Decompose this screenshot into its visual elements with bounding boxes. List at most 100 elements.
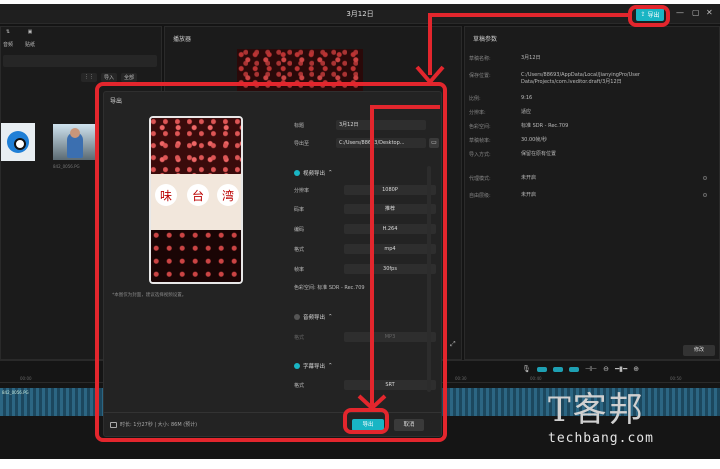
media-search-input[interactable]	[3, 55, 157, 67]
tab-audio-label: 音频	[3, 42, 14, 48]
prop-value: 未开启	[521, 175, 537, 181]
audio-format-label: 格式	[294, 334, 305, 341]
audio-field: 格式 MP3	[294, 332, 436, 342]
prop-key: 色彩空间:	[469, 124, 491, 130]
tab-sticker-label: 贴纸	[25, 42, 36, 48]
subtitle-export-checkbox[interactable]	[294, 363, 300, 369]
video-field-label: 格式	[294, 246, 305, 253]
zoom-slider[interactable]: ━▮━	[615, 365, 627, 373]
subtitle-format-label: 格式	[294, 382, 305, 389]
video-export-section[interactable]: 视频导出 ⌃	[294, 169, 333, 177]
dialog-scrollbar[interactable]	[427, 166, 431, 392]
title-label: 标题	[294, 122, 305, 129]
video-field: 编码 H.264	[294, 224, 436, 234]
video-field: 码率 推荐	[294, 204, 436, 214]
mic-icon[interactable]: 🎙	[522, 365, 531, 373]
preview-toggle[interactable]	[568, 366, 579, 372]
split-icon[interactable]: ⊣⊢	[585, 365, 597, 373]
audio-export-label: 音频导出	[303, 315, 326, 321]
fullscreen-icon[interactable]: ⤢	[450, 340, 456, 349]
cover-hint: *本图仅为封面，建议选择视频设置。	[112, 293, 187, 298]
export-button[interactable]: 导出	[352, 419, 384, 431]
export-top-button[interactable]: ⇪ 导出	[636, 8, 664, 21]
link-toggle[interactable]	[536, 366, 547, 372]
export-top-label: 导出	[647, 12, 660, 19]
codec-select[interactable]: H.264	[344, 224, 436, 234]
resolution-select[interactable]: 1080P	[344, 185, 436, 195]
prop-value: 9:16	[521, 95, 533, 101]
chevron-icon: ⌃	[328, 314, 333, 320]
film-icon	[110, 421, 117, 428]
info-icon[interactable]	[703, 193, 707, 197]
subtitle-export-label: 字幕导出	[303, 364, 326, 370]
cover-preview[interactable]: 味 台 湾	[149, 116, 243, 284]
audio-export-section[interactable]: 音频导出 ⌃	[294, 313, 333, 321]
format-select[interactable]: mp4	[344, 244, 436, 254]
media-tools: ⋮⋮ 导入 全部	[81, 73, 138, 82]
video-field: 帧率 30fps	[294, 264, 436, 274]
dialog-footer: 时长: 1分27秒 | 大小: 86M (预计) 导出 取消	[104, 412, 441, 436]
close-icon[interactable]: ✕	[706, 8, 713, 17]
person-head	[70, 128, 80, 138]
folder-icon[interactable]: ▭	[429, 138, 439, 148]
annotation-arrow-head	[415, 65, 445, 86]
zoom-in-icon[interactable]: ⊕	[633, 365, 639, 373]
grid-toggle-button[interactable]: ⋮⋮	[81, 73, 97, 82]
import-button[interactable]: 导入	[101, 73, 118, 82]
video-export-checkbox[interactable]	[294, 170, 300, 176]
tab-sticker[interactable]: ▣ 贴纸	[25, 29, 35, 48]
export-info: 时长: 1分27秒 | 大小: 86M (预计)	[110, 421, 197, 428]
info-icon[interactable]	[703, 176, 707, 180]
dialog-title: 导出	[110, 98, 123, 105]
player-title: 播放器	[173, 36, 192, 43]
cover-char: 湾	[217, 184, 239, 206]
media-thumb-person[interactable]	[53, 124, 97, 160]
watermark-logo: T客邦	[548, 390, 645, 430]
watermark: T客邦 techbang.com	[548, 382, 698, 452]
prop-row: 草稿名称: 3月12日	[469, 55, 711, 62]
subtitle-field: 格式 SRT	[294, 380, 436, 390]
maximize-icon[interactable]: ▢	[692, 8, 700, 17]
prop-key: 分辨率:	[469, 110, 486, 116]
prop-row: 分辨率: 适应	[469, 109, 711, 116]
audio-format-select: MP3	[344, 332, 436, 342]
minimize-icon[interactable]: —	[676, 8, 684, 17]
ruler-tick: 00:50	[670, 376, 682, 381]
color-space-text: 色彩空间: 标准 SDR - Rec.709	[294, 285, 365, 291]
color-space-note: 色彩空间: 标准 SDR - Rec.709	[294, 284, 365, 291]
title-bar: 3月12日 ⇪ 导出 — ▢ ✕	[0, 4, 720, 24]
video-field-label: 编码	[294, 226, 305, 233]
duration-size-text: 时长: 1分27秒 | 大小: 86M (预计)	[120, 422, 198, 428]
media-tabs: ⇅ 音频 ▣ 贴纸	[1, 29, 35, 48]
subtitle-format-select[interactable]: SRT	[344, 380, 436, 390]
video-field-label: 帧率	[294, 266, 305, 273]
prop-value: 3月12日	[521, 55, 541, 61]
framerate-select[interactable]: 30fps	[344, 264, 436, 274]
watermark-url: techbang.com	[548, 431, 654, 446]
audio-export-checkbox[interactable]	[294, 314, 300, 320]
snap-toggle[interactable]	[552, 366, 563, 372]
video-field-label: 码率	[294, 206, 305, 213]
filter-all-button[interactable]: 全部	[121, 73, 138, 82]
prop-value: 适应	[521, 109, 532, 115]
cancel-button[interactable]: 取消	[394, 419, 424, 431]
modify-button[interactable]: 修改	[683, 345, 715, 356]
export-dialog: 导出 味 台 湾 *本图仅为封面，建议选择视频设置。 标题 3月12日 导出至 …	[103, 91, 442, 437]
timeline-tools: 🎙 ⊣⊢ ⊖ ━▮━ ⊕	[522, 365, 639, 373]
ruler-tick: 00:00	[20, 376, 32, 381]
audio-icon: ⇅	[5, 29, 11, 35]
bitrate-select[interactable]: 推荐	[344, 204, 436, 214]
prop-row: 草稿帧率: 30.00帧/秒	[469, 137, 711, 144]
ruler-tick: 00:40	[530, 376, 542, 381]
export-icon: ⇪	[640, 11, 646, 18]
prop-key: 草稿名称:	[469, 56, 491, 62]
ruler-tick: 00:30	[455, 376, 467, 381]
prop-value: 30.00帧/秒	[521, 137, 547, 143]
tab-audio[interactable]: ⇅ 音频	[3, 29, 13, 48]
media-thumb-eye[interactable]	[1, 123, 35, 161]
subtitle-export-section[interactable]: 字幕导出 ⌃	[294, 362, 333, 370]
zoom-out-icon[interactable]: ⊖	[603, 365, 609, 373]
chevron-icon: ⌃	[328, 363, 333, 369]
title-input[interactable]: 3月12日	[336, 120, 426, 130]
path-input[interactable]: C:/Users/88693/Desktop...	[336, 138, 426, 148]
